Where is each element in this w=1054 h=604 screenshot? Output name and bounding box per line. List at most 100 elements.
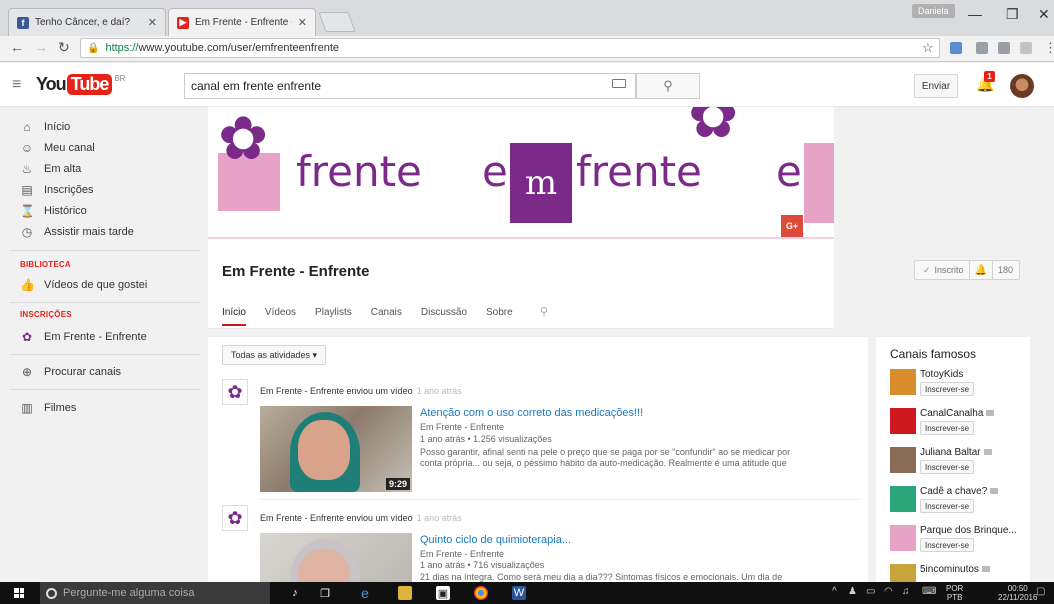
- sidebar-item-home[interactable]: ⌂ Início: [20, 118, 70, 136]
- extension-icon[interactable]: [950, 42, 962, 54]
- subscribe-button[interactable]: Inscrever-se: [920, 460, 975, 474]
- sidebar-item-trending[interactable]: ♨ Em alta: [20, 160, 82, 178]
- sidebar-item-subscriptions[interactable]: ▤ Inscrições: [20, 181, 93, 199]
- banner-word: frente: [296, 147, 422, 196]
- browser-menu-icon[interactable]: ⋮: [1044, 40, 1054, 56]
- subscribe-button[interactable]: Inscrever-se: [920, 499, 975, 513]
- sidebar-item-watch-later[interactable]: ◷ Assistir mais tarde: [20, 223, 134, 241]
- sidebar-item-movies[interactable]: ▥ Filmes: [20, 399, 76, 417]
- tab-discussion[interactable]: Discussão: [421, 307, 467, 326]
- subscribed-button[interactable]: ✓ Inscrito 🔔 180: [914, 260, 1020, 280]
- video-channel-link[interactable]: Em Frente - Enfrente: [420, 422, 504, 432]
- task-view-icon[interactable]: ❐: [318, 586, 332, 600]
- search-button[interactable]: ⚲: [636, 73, 700, 99]
- store-icon[interactable]: ▣: [436, 586, 450, 600]
- channel-name[interactable]: TotoyKids: [920, 369, 963, 380]
- chrome-icon[interactable]: [474, 586, 488, 600]
- channel-name[interactable]: Cadê a chave?: [920, 486, 999, 497]
- channel-name[interactable]: CanalCanalha: [920, 408, 995, 419]
- channel-avatar[interactable]: [890, 447, 916, 473]
- channel-avatar[interactable]: ✿: [222, 505, 248, 531]
- extension-icon[interactable]: [998, 42, 1010, 54]
- sidebar-item-my-channel[interactable]: ☺ Meu canal: [20, 139, 95, 157]
- channel-search-icon[interactable]: ⚲: [540, 305, 548, 318]
- google-plus-link[interactable]: G+: [781, 215, 803, 237]
- profile-chip[interactable]: Daniela: [912, 4, 955, 18]
- word-icon[interactable]: W: [512, 586, 526, 600]
- tab-title: Em Frente - Enfrente - Yo: [195, 17, 292, 28]
- address-bar[interactable]: 🔒 https://www.youtube.com/user/emfrentee…: [80, 38, 940, 58]
- tab-home[interactable]: Início: [222, 307, 246, 326]
- maximize-icon[interactable]: ❐: [1006, 6, 1019, 23]
- hamburger-menu-icon[interactable]: ≡: [12, 76, 21, 94]
- sidebar-item-liked-videos[interactable]: 👍 Vídeos de que gostei: [20, 276, 147, 294]
- channel-avatar[interactable]: [890, 525, 916, 551]
- channel-name-text: Juliana Baltar: [920, 447, 981, 458]
- tab-playlists[interactable]: Playlists: [315, 307, 352, 326]
- tab-videos[interactable]: Vídeos: [265, 307, 296, 326]
- account-avatar[interactable]: [1010, 74, 1034, 98]
- sidebar-item-em-frente[interactable]: ✿ Em Frente - Enfrente: [20, 328, 147, 346]
- logo-you: You: [36, 74, 67, 94]
- channel-avatar[interactable]: [890, 486, 916, 512]
- bookmark-star-icon[interactable]: ☆: [922, 40, 934, 56]
- tray-chevron-icon[interactable]: ^: [832, 586, 837, 597]
- reload-icon[interactable]: ↻: [58, 39, 70, 56]
- keyboard-layout-icon[interactable]: ⌨: [922, 586, 936, 597]
- clock[interactable]: 00:50 22/11/2016: [998, 584, 1037, 602]
- extension-icon[interactable]: [1020, 42, 1032, 54]
- video-thumbnail[interactable]: 9:29: [260, 406, 412, 492]
- action-center-icon[interactable]: ▢: [1036, 586, 1045, 597]
- browser-tab-youtube[interactable]: ▶ Em Frente - Enfrente - Yo ✕: [168, 8, 316, 36]
- video-title-link[interactable]: Atenção com o uso correto das medicações…: [420, 407, 643, 419]
- extension-icon[interactable]: [976, 42, 988, 54]
- youtube-icon: ▶: [177, 16, 189, 29]
- activity-filter-dropdown[interactable]: Todas as atividades ▾: [222, 345, 327, 365]
- upload-button[interactable]: Enviar: [914, 74, 958, 98]
- notification-bell-icon[interactable]: 🔔: [975, 265, 987, 276]
- video-thumbnail[interactable]: [260, 533, 412, 582]
- tab-channels[interactable]: Canais: [371, 307, 402, 326]
- channel-name[interactable]: Juliana Baltar: [920, 447, 992, 458]
- subscribe-button[interactable]: Inscrever-se: [920, 538, 975, 552]
- subscribe-button[interactable]: Inscrever-se: [920, 382, 975, 396]
- windows-start-icon[interactable]: [14, 588, 24, 598]
- minimize-icon[interactable]: —: [968, 6, 982, 22]
- keyboard-icon[interactable]: [612, 79, 626, 88]
- file-explorer-icon[interactable]: [398, 586, 412, 600]
- channel-avatar[interactable]: ✿: [222, 379, 248, 405]
- forward-arrow-icon[interactable]: →: [34, 39, 48, 55]
- tray-people-icon[interactable]: ♟: [848, 586, 857, 597]
- sidebar-item-history[interactable]: ⌛ Histórico: [20, 202, 87, 220]
- battery-icon[interactable]: ▭: [866, 586, 875, 597]
- search-input[interactable]: canal em frente enfrente: [184, 73, 636, 99]
- new-tab-button[interactable]: [318, 12, 356, 32]
- channel-name[interactable]: 5incominutos: [920, 564, 990, 575]
- tab-about[interactable]: Sobre: [486, 307, 513, 326]
- sidebar-section-library: BIBLIOTECA: [20, 260, 71, 269]
- feed-actor-text: Em Frente - Enfrente enviou um vídeo: [260, 386, 413, 396]
- microphone-icon[interactable]: ♪: [288, 586, 302, 600]
- subscribe-button[interactable]: Inscrever-se: [920, 421, 975, 435]
- sidebar-item-browse-channels[interactable]: ⊕ Procurar canais: [20, 363, 121, 381]
- cortana-search-box[interactable]: Pergunte-me alguma coisa: [40, 582, 270, 604]
- youtube-logo[interactable]: You Tube BR: [36, 74, 125, 95]
- channel-name[interactable]: Parque dos Brinque...: [920, 525, 1017, 536]
- close-icon[interactable]: ✕: [298, 16, 307, 29]
- channel-avatar[interactable]: [890, 369, 916, 395]
- verified-icon: [983, 449, 992, 455]
- channel-avatar[interactable]: [890, 408, 916, 434]
- back-arrow-icon[interactable]: ←: [10, 39, 24, 55]
- sidebar-item-label: Início: [44, 121, 71, 133]
- edge-icon[interactable]: e: [358, 585, 372, 601]
- close-icon[interactable]: ✕: [148, 16, 157, 29]
- video-channel-link[interactable]: Em Frente - Enfrente: [420, 549, 504, 559]
- volume-icon[interactable]: ♫: [902, 586, 910, 597]
- browser-tab-facebook[interactable]: f Tenho Câncer, e daí? ✕: [8, 8, 166, 36]
- wifi-icon[interactable]: ◠: [884, 586, 893, 597]
- video-title-link[interactable]: Quinto ciclo de quimioterapia...: [420, 534, 571, 546]
- channel-avatar[interactable]: [890, 564, 916, 582]
- language-indicator[interactable]: POR PTB: [946, 584, 963, 602]
- channel-name-text: CanalCanalha: [920, 408, 984, 419]
- close-window-icon[interactable]: ✕: [1038, 6, 1050, 23]
